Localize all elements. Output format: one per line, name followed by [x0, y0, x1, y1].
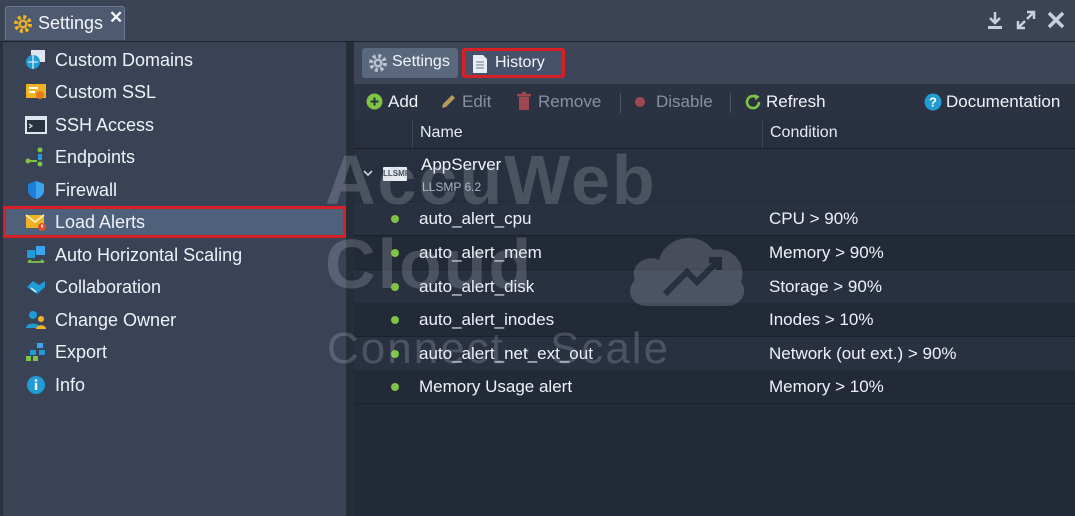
node-group-version: LLSMP 6.2 — [422, 180, 482, 194]
export-icon — [26, 343, 45, 361]
refresh-icon — [745, 94, 761, 110]
endpoints-icon — [25, 147, 43, 167]
panel-splitter[interactable] — [346, 42, 354, 516]
status-dot — [391, 215, 399, 223]
table-row[interactable]: auto_alert_disk Storage > 90% — [354, 270, 1075, 304]
download-icon[interactable] — [983, 8, 1007, 32]
sidebar-item-ssh-access[interactable]: SSH Access — [3, 109, 346, 141]
sidebar-item-load-alerts[interactable]: Load Alerts — [3, 206, 346, 238]
disable-button[interactable]: Disable — [634, 92, 714, 112]
settings-window-tab[interactable]: Settings ✕ — [5, 6, 125, 40]
edit-button[interactable]: Edit — [440, 92, 500, 112]
close-icon[interactable]: ✕ — [109, 8, 123, 28]
gear-icon — [369, 54, 387, 72]
sidebar-item-endpoints[interactable]: Endpoints — [3, 141, 346, 173]
close-window-icon[interactable] — [1044, 8, 1068, 32]
add-icon — [366, 93, 383, 110]
expand-icon[interactable] — [1014, 8, 1038, 32]
table-header: Name Condition — [354, 120, 1075, 149]
sidebar-item-collaboration[interactable]: Collaboration — [3, 271, 346, 303]
tab-settings[interactable]: Settings — [362, 48, 458, 78]
help-icon: ? — [924, 93, 942, 111]
add-button[interactable]: Add — [366, 92, 426, 112]
terminal-icon — [25, 116, 47, 134]
sidebar-item-custom-ssl[interactable]: Custom SSL — [3, 76, 346, 108]
table-row[interactable]: auto_alert_cpu CPU > 90% — [354, 202, 1075, 236]
window-titlebar: Settings ✕ — [0, 0, 1075, 42]
users-icon — [26, 311, 46, 329]
document-icon — [473, 55, 487, 73]
table-row[interactable]: Memory Usage alert Memory > 10% — [354, 370, 1075, 404]
handshake-icon — [27, 281, 45, 294]
mail-alert-icon — [25, 214, 46, 231]
table-row[interactable]: auto_alert_mem Memory > 90% — [354, 236, 1075, 270]
trash-icon — [517, 92, 531, 110]
pencil-icon — [442, 95, 455, 108]
column-header-condition[interactable]: Condition — [762, 120, 1075, 148]
svg-text:?: ? — [929, 95, 937, 110]
window-tab-title: Settings — [38, 13, 104, 33]
status-dot — [391, 316, 399, 324]
settings-sidebar: Custom Domains Custom SSL SSH Access End… — [3, 42, 347, 516]
table-row[interactable]: auto_alert_net_ext_out Network (out ext.… — [354, 337, 1075, 371]
gear-icon — [14, 15, 32, 33]
info-icon — [27, 376, 45, 394]
refresh-button[interactable]: Refresh — [744, 92, 834, 112]
record-dot-icon — [635, 97, 645, 107]
node-group-name: AppServer — [421, 155, 502, 174]
remove-button[interactable]: Remove — [516, 92, 606, 112]
status-dot — [391, 283, 399, 291]
sidebar-item-firewall[interactable]: Firewall — [3, 174, 346, 206]
load-alerts-panel: Settings History Add Edit Remove Disable… — [354, 42, 1075, 516]
status-dot — [391, 383, 399, 391]
sidebar-item-auto-horizontal-scaling[interactable]: Auto Horizontal Scaling — [3, 239, 346, 271]
globe-icon — [26, 50, 45, 69]
chevron-down-icon[interactable] — [362, 167, 374, 179]
panel-tabstrip: Settings History — [354, 42, 1075, 84]
toolbar-separator — [620, 93, 621, 113]
toolbar-separator — [730, 93, 731, 113]
scaling-icon — [27, 246, 45, 263]
table-row[interactable]: auto_alert_inodes Inodes > 10% — [354, 303, 1075, 337]
llsmp-logo: LLSMP — [383, 167, 410, 181]
shield-icon — [28, 181, 44, 199]
column-header-name[interactable]: Name — [412, 120, 763, 148]
sidebar-item-custom-domains[interactable]: Custom Domains — [3, 44, 346, 76]
status-dot — [391, 249, 399, 257]
alerts-toolbar: Add Edit Remove Disable Refresh ? Docume… — [354, 84, 1075, 121]
certificate-icon — [26, 84, 46, 99]
tab-history[interactable]: History — [462, 48, 565, 78]
status-dot — [391, 350, 399, 358]
node-group-row[interactable]: LLSMP AppServer LLSMP 6.2 — [354, 149, 1075, 201]
sidebar-item-info[interactable]: Info — [3, 369, 346, 401]
sidebar-item-change-owner[interactable]: Change Owner — [3, 304, 346, 336]
documentation-button[interactable]: ? Documentation — [924, 92, 1064, 112]
sidebar-item-export[interactable]: Export — [3, 336, 346, 368]
